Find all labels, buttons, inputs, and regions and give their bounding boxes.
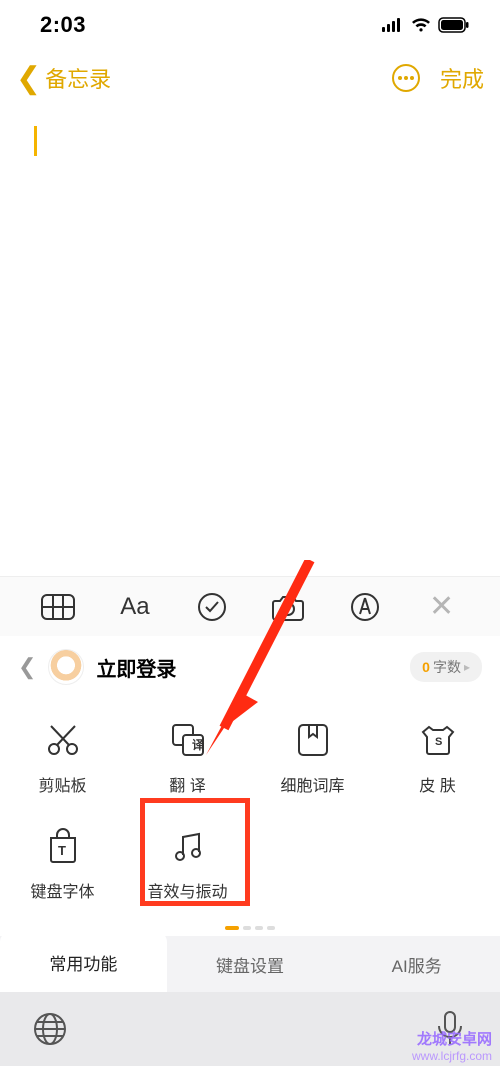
dot — [255, 926, 263, 930]
watermark: 龙城安卓网 www.lcjrfg.com — [350, 1022, 500, 1082]
login-prompt[interactable]: 立即登录 — [96, 653, 176, 682]
svg-text:译: 译 — [192, 738, 205, 752]
login-row: ❮ 立即登录 0 字数 ▸ — [0, 636, 500, 698]
nav-back-label: 备忘录 — [45, 62, 111, 94]
chevron-right-icon: ▸ — [464, 660, 470, 674]
music-icon — [168, 826, 208, 866]
bookmark-icon — [293, 720, 333, 760]
checklist-button[interactable] — [194, 589, 230, 625]
signal-icon — [382, 18, 404, 32]
grid-item-dictionary[interactable]: 细胞词库 — [250, 720, 375, 796]
scissors-icon — [43, 720, 83, 760]
done-button[interactable]: 完成 — [440, 62, 484, 94]
grid-item-label: 剪贴板 — [38, 772, 86, 796]
markup-button[interactable] — [347, 589, 383, 625]
globe-button[interactable] — [30, 1009, 70, 1049]
grid-item-keyboard-font[interactable]: T 键盘字体 — [0, 826, 125, 902]
chevron-left-icon: ❮ — [16, 61, 41, 96]
tab-common-functions[interactable]: 常用功能 — [0, 932, 167, 992]
status-time: 2:03 — [40, 12, 86, 38]
panel-tabs: 常用功能 键盘设置 AI服务 — [0, 936, 500, 992]
tab-keyboard-settings[interactable]: 键盘设置 — [167, 936, 334, 992]
wifi-icon — [410, 17, 432, 33]
grid-item-label: 皮 肤 — [419, 772, 455, 796]
text-cursor — [34, 126, 37, 156]
tab-ai-services[interactable]: AI服务 — [333, 936, 500, 992]
status-bar: 2:03 — [0, 0, 500, 50]
grid-item-skin[interactable]: S 皮 肤 — [375, 720, 500, 796]
nav-back-button[interactable]: ❮ 备忘录 — [16, 61, 111, 96]
dot — [243, 926, 251, 930]
dot-active — [225, 926, 239, 930]
shirt-icon: S — [418, 720, 458, 760]
grid-item-clipboard[interactable]: 剪贴板 — [0, 720, 125, 796]
font-button[interactable]: Aa — [117, 589, 153, 625]
word-count-label: 字数 — [433, 657, 461, 677]
grid-item-translate[interactable]: 译 翻 译 — [125, 720, 250, 796]
keyboard-toolbar: Aa ✕ — [0, 576, 500, 636]
avatar-icon[interactable] — [48, 649, 84, 685]
watermark-title: 龙城安卓网 — [417, 1028, 492, 1049]
grid-item-label: 细胞词库 — [280, 772, 344, 796]
svg-text:S: S — [435, 736, 442, 748]
word-count-value: 0 — [422, 659, 430, 675]
word-count-pill[interactable]: 0 字数 ▸ — [410, 652, 482, 682]
functions-grid: 剪贴板 译 翻 译 细胞词库 S 皮 肤 T 键盘字体 — [0, 710, 500, 912]
panel-back-button[interactable]: ❮ — [18, 654, 36, 680]
font-bag-icon: T — [43, 826, 83, 866]
table-button[interactable] — [40, 589, 76, 625]
svg-text:T: T — [58, 843, 66, 858]
functions-panel: 剪贴板 译 翻 译 细胞词库 S 皮 肤 T 键盘字体 — [0, 698, 500, 992]
grid-item-sound-vibration[interactable]: 音效与振动 — [125, 826, 250, 902]
battery-icon — [438, 17, 470, 33]
translate-icon: 译 — [168, 720, 208, 760]
dot — [267, 926, 275, 930]
nav-bar: ❮ 备忘录 完成 — [0, 50, 500, 106]
grid-item-label: 音效与振动 — [147, 878, 227, 902]
grid-item-label: 翻 译 — [169, 772, 205, 796]
watermark-url: www.lcjrfg.com — [412, 1049, 492, 1063]
note-editor[interactable] — [0, 106, 500, 576]
camera-button[interactable] — [270, 589, 306, 625]
more-button[interactable] — [392, 64, 420, 92]
status-indicators — [382, 17, 470, 33]
grid-item-label: 键盘字体 — [30, 878, 94, 902]
close-keyboard-button[interactable]: ✕ — [424, 589, 460, 625]
